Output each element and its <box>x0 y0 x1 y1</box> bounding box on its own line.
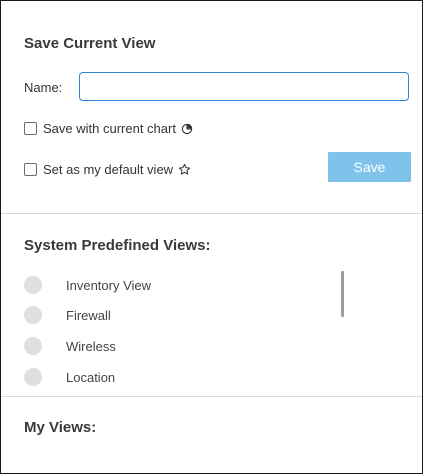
name-label: Name: <box>24 80 63 95</box>
default-view-label: Set as my default view <box>43 162 174 177</box>
save-button[interactable]: Save <box>328 152 411 182</box>
radio-button[interactable] <box>24 368 42 386</box>
radio-button[interactable] <box>24 337 42 355</box>
save-with-chart-label: Save with current chart <box>43 121 176 136</box>
list-item[interactable]: Location <box>24 368 115 386</box>
system-predefined-views-title: System Predefined Views: <box>24 237 211 254</box>
list-item[interactable]: Inventory View <box>24 276 151 294</box>
scrollbar-thumb[interactable] <box>341 271 344 317</box>
save-with-chart-row[interactable]: Save with current chart <box>24 121 193 136</box>
radio-button[interactable] <box>24 276 42 294</box>
section-divider <box>1 213 422 214</box>
view-label: Location <box>66 369 116 385</box>
save-current-view-section: Save Current View Name: Save with curren… <box>1 1 422 213</box>
view-label: Wireless <box>66 338 116 354</box>
default-view-row[interactable]: Set as my default view <box>24 162 191 177</box>
section-divider <box>1 396 422 397</box>
view-label: Firewall <box>66 307 111 323</box>
star-outline-icon <box>178 163 191 176</box>
radio-button[interactable] <box>24 306 42 324</box>
list-item[interactable]: Wireless <box>24 337 116 355</box>
save-with-chart-checkbox[interactable] <box>24 122 37 135</box>
my-views-title: My Views: <box>24 419 97 436</box>
save-current-view-title: Save Current View <box>24 35 156 52</box>
view-label: Inventory View <box>66 277 152 293</box>
list-item[interactable]: Firewall <box>24 306 111 324</box>
view-name-input[interactable] <box>79 72 409 101</box>
default-view-checkbox[interactable] <box>24 163 37 176</box>
pie-chart-icon <box>181 123 193 135</box>
views-panel: Save Current View Name: Save with curren… <box>0 0 423 474</box>
